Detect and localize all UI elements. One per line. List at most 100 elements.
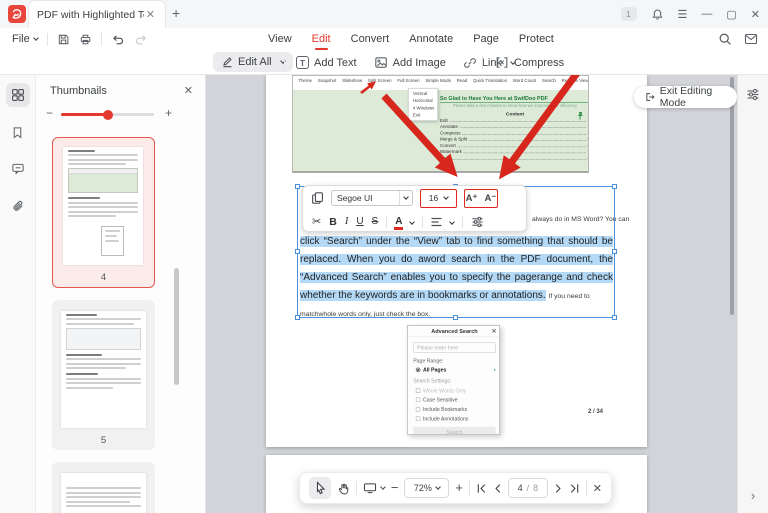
resize-handle-bl[interactable] — [295, 315, 300, 320]
zoom-in-thumbs-button[interactable]: + — [165, 106, 172, 120]
app-logo-icon — [8, 5, 26, 23]
embedded-screenshot-image[interactable]: Theme Snapshot Slideshow Split Screen Fu… — [292, 75, 589, 173]
panel-close-icon[interactable]: ✕ — [184, 84, 193, 97]
thumbnail-page-5[interactable]: 5 — [52, 300, 155, 450]
mail-icon[interactable] — [744, 33, 758, 45]
zoom-in-button[interactable]: + — [455, 483, 463, 493]
resize-handle-mr[interactable] — [612, 249, 617, 254]
comments-panel-button[interactable] — [6, 157, 30, 181]
font-family-select[interactable]: Segoe UI — [331, 190, 413, 206]
zoom-out-button[interactable]: − — [391, 483, 399, 493]
slider-knob[interactable] — [103, 110, 113, 120]
view-mode-button[interactable] — [363, 482, 385, 494]
advanced-search-screenshot[interactable]: Advanced Search✕ Please enter here Page … — [407, 325, 500, 435]
include-annotations-checkbox: Include Annotations — [416, 416, 496, 422]
tab-close-icon[interactable]: ✕ — [144, 8, 157, 21]
resize-handle-ml[interactable] — [295, 249, 300, 254]
last-page-button[interactable] — [569, 483, 580, 494]
expand-arrow-icon: › — [494, 366, 496, 373]
screen-icon — [363, 482, 377, 494]
file-menu[interactable]: File — [12, 33, 38, 45]
link-icon — [463, 56, 477, 70]
divider — [462, 216, 463, 228]
bell-icon[interactable] — [651, 8, 664, 21]
undo-button[interactable] — [111, 33, 125, 46]
nav-page[interactable]: Page — [473, 28, 499, 50]
zoom-out-thumbs-button[interactable]: − — [46, 106, 53, 120]
italic-button[interactable]: I — [345, 216, 349, 227]
slider-track[interactable] — [61, 113, 154, 116]
cut-icon[interactable]: ✂ — [312, 215, 321, 228]
hamburger-menu-icon[interactable]: ☰ — [678, 8, 688, 21]
hand-tool-button[interactable] — [337, 482, 350, 495]
copy-icon[interactable] — [311, 191, 324, 205]
window-maximize-button[interactable]: ▢ — [726, 8, 736, 21]
window-close-button[interactable]: ✕ — [751, 8, 760, 21]
thumbnail-zoom-slider: − + — [36, 108, 205, 122]
font-size-select[interactable]: 16 — [420, 189, 457, 208]
dialog-title: Advanced Search — [431, 328, 477, 335]
chevron-down-icon[interactable] — [450, 219, 456, 225]
paperclip-icon — [11, 199, 25, 213]
checkbox-icon — [416, 416, 421, 421]
resize-handle-bm[interactable] — [453, 315, 458, 320]
print-button[interactable] — [79, 33, 92, 46]
nav-protect[interactable]: Protect — [519, 28, 554, 50]
document-tab[interactable]: PDF with Highlighted Text * ✕ — [28, 0, 166, 28]
add-image-button[interactable]: Add Image — [374, 56, 446, 69]
properties-settings-icon[interactable] — [738, 88, 768, 101]
notification-count-badge[interactable]: 1 — [621, 7, 637, 21]
placeholder-dialog — [101, 226, 124, 256]
page-number-input[interactable]: 4 / 8 — [508, 478, 548, 498]
thumbnail-preview — [63, 147, 143, 265]
increase-font-button[interactable]: A⁺ — [466, 193, 478, 204]
first-page-button[interactable] — [476, 483, 487, 494]
add-text-button[interactable]: T Add Text — [296, 56, 357, 69]
redo-button[interactable] — [134, 33, 148, 46]
resize-handle-tl[interactable] — [295, 184, 300, 189]
edit-toolbar: Edit All T Add Text Add Image Link Compr… — [0, 50, 768, 75]
nav-edit[interactable]: Edit — [312, 28, 331, 50]
thumbnails-scrollbar[interactable] — [174, 268, 179, 385]
pencil-icon — [221, 56, 233, 68]
exit-editing-mode-button[interactable]: Exit Editing Mode — [634, 86, 737, 108]
strikethrough-button[interactable]: S — [372, 216, 379, 227]
divider — [47, 33, 48, 46]
edit-all-button[interactable]: Edit All — [213, 52, 293, 72]
attachments-panel-button[interactable] — [6, 194, 30, 218]
next-page-button[interactable] — [554, 483, 563, 494]
close-toolbar-button[interactable]: ✕ — [593, 482, 602, 495]
screenshot-doc-title: So Glad to Have You Here at SwifDoo PDF — [440, 95, 589, 101]
font-color-button[interactable]: A — [395, 217, 402, 227]
save-button[interactable] — [57, 33, 70, 46]
divider — [101, 33, 102, 46]
resize-handle-tr[interactable] — [612, 184, 617, 189]
hand-icon — [337, 482, 350, 495]
thumbnail-page-6[interactable] — [52, 462, 155, 513]
compress-button[interactable]: Compress — [495, 56, 564, 69]
thumbnail-page-4[interactable]: 4 — [52, 137, 155, 288]
divider — [422, 216, 423, 228]
more-settings-icon[interactable] — [471, 216, 484, 228]
align-button[interactable] — [431, 217, 442, 227]
thumbnails-panel-button[interactable] — [6, 83, 30, 107]
nav-convert[interactable]: Convert — [351, 28, 390, 50]
zoom-level-select[interactable]: 72% — [404, 478, 449, 498]
pdf-page-4[interactable]: Theme Snapshot Slideshow Split Screen Fu… — [266, 75, 647, 447]
bookmarks-panel-button[interactable] — [6, 120, 30, 144]
nav-view[interactable]: View — [268, 28, 292, 50]
nav-annotate[interactable]: Annotate — [409, 28, 453, 50]
document-scrollbar[interactable] — [730, 77, 734, 315]
screenshot-document-area: So Glad to Have You Here at SwifDoo PDF … — [293, 90, 588, 171]
decrease-font-button[interactable]: A⁻ — [485, 193, 497, 204]
new-tab-button[interactable]: + — [172, 5, 180, 21]
resize-handle-br[interactable] — [612, 315, 617, 320]
bold-button[interactable]: B — [329, 216, 337, 228]
window-minimize-button[interactable]: — — [701, 8, 712, 20]
collapse-panel-chevron[interactable]: › — [738, 488, 768, 503]
select-tool-button[interactable] — [309, 477, 331, 499]
chevron-down-icon[interactable] — [410, 219, 416, 225]
underline-button[interactable]: U — [356, 216, 363, 227]
search-icon[interactable] — [718, 32, 732, 46]
previous-page-button[interactable] — [493, 483, 502, 494]
